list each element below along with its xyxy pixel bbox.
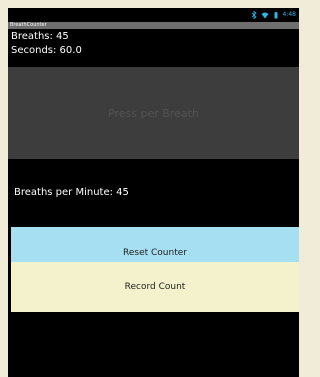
status-bar: 4:48 bbox=[8, 8, 299, 22]
reset-counter-label: Reset Counter bbox=[123, 247, 187, 258]
press-per-breath-label: Press per Breath bbox=[108, 106, 199, 120]
breaths-count: Breaths: 45 bbox=[11, 31, 69, 42]
breaths-per-minute: Breaths per Minute: 45 bbox=[14, 187, 129, 198]
wifi-icon bbox=[261, 12, 269, 19]
bluetooth-icon bbox=[251, 11, 257, 19]
title-bar: BreathCounter bbox=[8, 22, 299, 29]
seconds-count: Seconds: 60.0 bbox=[11, 45, 82, 56]
status-icons: 4:48 bbox=[250, 9, 296, 21]
status-time: 4:48 bbox=[282, 11, 296, 18]
record-count-label: Record Count bbox=[124, 282, 186, 292]
app-title: BreathCounter bbox=[10, 22, 47, 28]
device-screen: 4:48 BreathCounter Breaths: 45 Seconds: … bbox=[8, 8, 299, 377]
battery-icon bbox=[274, 11, 278, 19]
press-per-breath-button[interactable]: Press per Breath bbox=[8, 67, 299, 159]
record-count-button[interactable]: Record Count bbox=[11, 262, 299, 312]
